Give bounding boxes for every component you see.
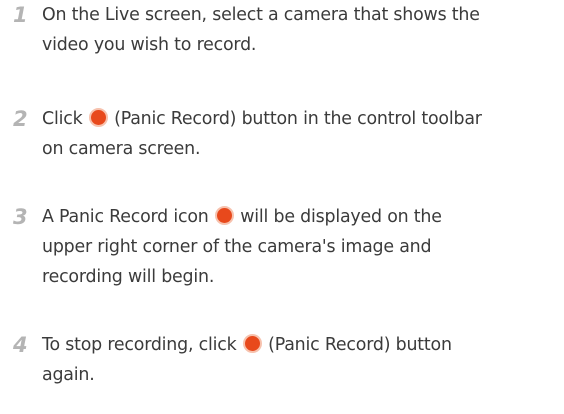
step-text: On the Live screen, select a camera that… bbox=[42, 0, 562, 60]
step-line: on camera screen. bbox=[42, 139, 201, 159]
step-text: A Panic Record icon will be displayed on… bbox=[42, 202, 562, 292]
step-text: To stop recording, click (Panic Record) … bbox=[42, 330, 562, 390]
step-line: upper right corner of the camera's image… bbox=[42, 237, 432, 257]
step-text-segment: will be displayed on the bbox=[234, 207, 442, 227]
step-text-segment: To stop recording, click bbox=[42, 335, 242, 355]
step-number: 2 bbox=[13, 107, 28, 131]
panic-record-icon bbox=[214, 206, 234, 225]
step-number: 4 bbox=[13, 333, 28, 357]
step-number: 1 bbox=[13, 3, 28, 27]
panic-record-icon bbox=[242, 334, 262, 353]
step-text-segment: (Panic Record) button bbox=[262, 335, 452, 355]
step-line: video you wish to record. bbox=[42, 35, 257, 55]
step-line: again. bbox=[42, 365, 95, 385]
step-text-segment: (Panic Record) button in the control too… bbox=[108, 109, 482, 129]
step-line: Click (Panic Record) button in the contr… bbox=[42, 104, 562, 134]
step-text-segment: Click bbox=[42, 109, 88, 129]
step-line: On the Live screen, select a camera that… bbox=[42, 5, 480, 25]
step-number: 3 bbox=[13, 205, 28, 229]
instruction-steps: 1 On the Live screen, select a camera th… bbox=[0, 0, 564, 414]
step-line: To stop recording, click (Panic Record) … bbox=[42, 330, 562, 360]
step-text-segment: A Panic Record icon bbox=[42, 207, 214, 227]
step-line: A Panic Record icon will be displayed on… bbox=[42, 202, 562, 232]
panic-record-icon bbox=[88, 108, 108, 127]
step-text: Click (Panic Record) button in the contr… bbox=[42, 104, 562, 164]
step-line: recording will begin. bbox=[42, 267, 215, 287]
